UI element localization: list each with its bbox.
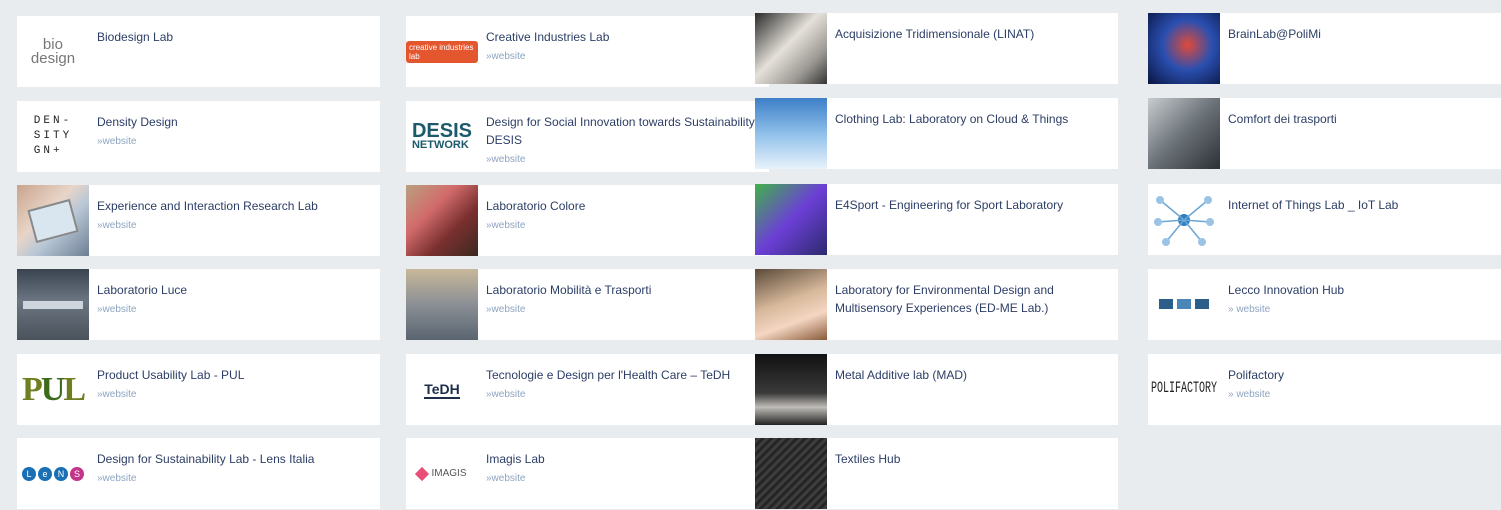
lab-title[interactable]: Imagis Lab [486,450,765,468]
creative-industries-logo: creative industries lab [406,16,478,87]
lab-card-imagis[interactable]: IMAGIS Imagis Lab »website [406,438,769,509]
pul-logo: PUL [21,370,86,408]
light-fibers-photo [755,269,827,340]
lab-card-laboratorio-luce[interactable]: Laboratorio Luce »website [17,269,380,340]
lab-card-creative-industries[interactable]: creative industries lab Creative Industr… [406,16,769,87]
imagis-logo: IMAGIS [406,438,478,509]
lab-card-tedh[interactable]: TeDH Tecnologie e Design per l'Health Ca… [406,354,769,425]
website-link[interactable]: »website [486,154,525,165]
sculpture-photo [755,13,827,84]
lab-card-pul[interactable]: PUL Product Usability Lab - PUL »website [17,354,380,425]
website-link[interactable]: » website [1228,389,1270,400]
lab-title[interactable]: Creative Industries Lab [486,28,765,46]
lab-title[interactable]: Lecco Innovation Hub [1228,281,1497,299]
lab-title[interactable]: Design for Social Innovation towards Sus… [486,113,765,149]
website-link[interactable]: »website [486,220,525,231]
textile-photo [755,438,827,509]
lab-title[interactable]: BrainLab@PoliMi [1228,25,1497,43]
website-link[interactable]: »website [97,473,136,484]
biodesign-logo: bio design [17,16,89,87]
lab-card-experience-interaction[interactable]: Experience and Interaction Research Lab … [17,185,380,256]
lab-title[interactable]: Metal Additive lab (MAD) [835,366,1114,384]
website-link[interactable]: » website [1228,304,1270,315]
website-link[interactable]: »website [486,473,525,484]
desis-network-logo: DESIS NETWORK [411,120,473,151]
color-swatches-photo [406,185,478,256]
lab-card-lecco-hub[interactable]: Lecco Innovation Hub » website [1148,269,1501,340]
metal-printing-photo [755,354,827,425]
lab-card-polifactory[interactable]: POLIFACTORY Polifactory » website [1148,354,1501,425]
lab-card-biodesign[interactable]: bio design Biodesign Lab [17,16,380,87]
lab-title[interactable]: Internet of Things Lab _ IoT Lab [1228,196,1497,214]
lab-title[interactable]: Laboratory for Environmental Design and … [835,281,1114,317]
lab-title[interactable]: Laboratorio Colore [486,197,765,215]
sport-3d-photo [755,184,827,255]
lab-card-mobilita-trasporti[interactable]: Laboratorio Mobilità e Trasporti »websit… [406,269,769,340]
lab-title[interactable]: E4Sport - Engineering for Sport Laborato… [835,196,1114,214]
website-link[interactable]: »website [97,220,136,231]
website-link[interactable]: »website [486,51,525,62]
website-link[interactable]: »website [97,389,136,400]
website-link[interactable]: »website [486,304,525,315]
lab-title[interactable]: Acquisizione Tridimensionale (LINAT) [835,25,1114,43]
car-interior-photo [1148,98,1220,169]
density-design-logo: DEN- SITY GN+ [33,115,73,157]
network-diagram-icon [1154,195,1214,246]
cloud-hand-photo [755,98,827,169]
lab-title[interactable]: Clothing Lab: Laboratory on Cloud & Thin… [835,110,1114,128]
lab-title[interactable]: Laboratorio Mobilità e Trasporti [486,281,765,299]
lab-card-clothing-lab[interactable]: Clothing Lab: Laboratory on Cloud & Thin… [755,98,1118,169]
website-link[interactable]: »website [97,136,136,147]
lab-title[interactable]: Design for Sustainability Lab - Lens Ita… [97,450,376,468]
interaction-photo [17,185,89,256]
lab-title[interactable]: Density Design [97,113,376,131]
lab-title[interactable]: Experience and Interaction Research Lab [97,197,376,215]
lab-title[interactable]: Textiles Hub [835,450,1114,468]
lab-card-iot-lab[interactable]: Internet of Things Lab _ IoT Lab [1148,184,1501,255]
tedh-logo: TeDH [424,380,460,399]
biodesign-logo-text-2: design [30,49,76,67]
lab-title[interactable]: Product Usability Lab - PUL [97,366,376,384]
lab-card-lens-italia[interactable]: L e N S Design for Sustainability Lab - … [17,438,380,509]
labs-grid: bio design Biodesign Lab DEN- SITY GN+ Den… [0,0,1501,510]
lab-card-textiles-hub[interactable]: Textiles Hub [755,438,1118,509]
polifactory-logo: POLIFACTORY [1150,380,1217,399]
lab-card-laboratorio-colore[interactable]: Laboratorio Colore »website [406,185,769,256]
lab-card-e4sport[interactable]: E4Sport - Engineering for Sport Laborato… [755,184,1118,255]
lab-title[interactable]: Biodesign Lab [97,28,376,46]
lab-title[interactable]: Laboratorio Luce [97,281,376,299]
mobility-photo [406,269,478,340]
lab-title[interactable]: Comfort dei trasporti [1228,110,1497,128]
lab-card-density-design[interactable]: DEN- SITY GN+ Density Design »website [17,101,380,172]
lab-card-desis[interactable]: DESIS NETWORK Design for Social Innovati… [406,101,769,172]
lab-card-brainlab[interactable]: BrainLab@PoliMi [1148,13,1501,84]
lab-card-mad[interactable]: Metal Additive lab (MAD) [755,354,1118,425]
brain-scan-photo [1148,13,1220,84]
lab-card-ed-me-lab[interactable]: Laboratory for Environmental Design and … [755,269,1118,340]
lens-logo: L e N S [17,438,89,509]
lighting-room-photo [17,269,89,340]
lecco-hub-logo [1148,269,1220,340]
website-link[interactable]: »website [486,389,525,400]
lab-title[interactable]: Tecnologie e Design per l'Health Care – … [486,366,765,384]
iot-diagram [1148,184,1220,255]
website-link[interactable]: »website [97,304,136,315]
lab-title[interactable]: Polifactory [1228,366,1497,384]
lab-card-comfort-trasporti[interactable]: Comfort dei trasporti [1148,98,1501,169]
lab-card-linat[interactable]: Acquisizione Tridimensionale (LINAT) [755,13,1118,84]
